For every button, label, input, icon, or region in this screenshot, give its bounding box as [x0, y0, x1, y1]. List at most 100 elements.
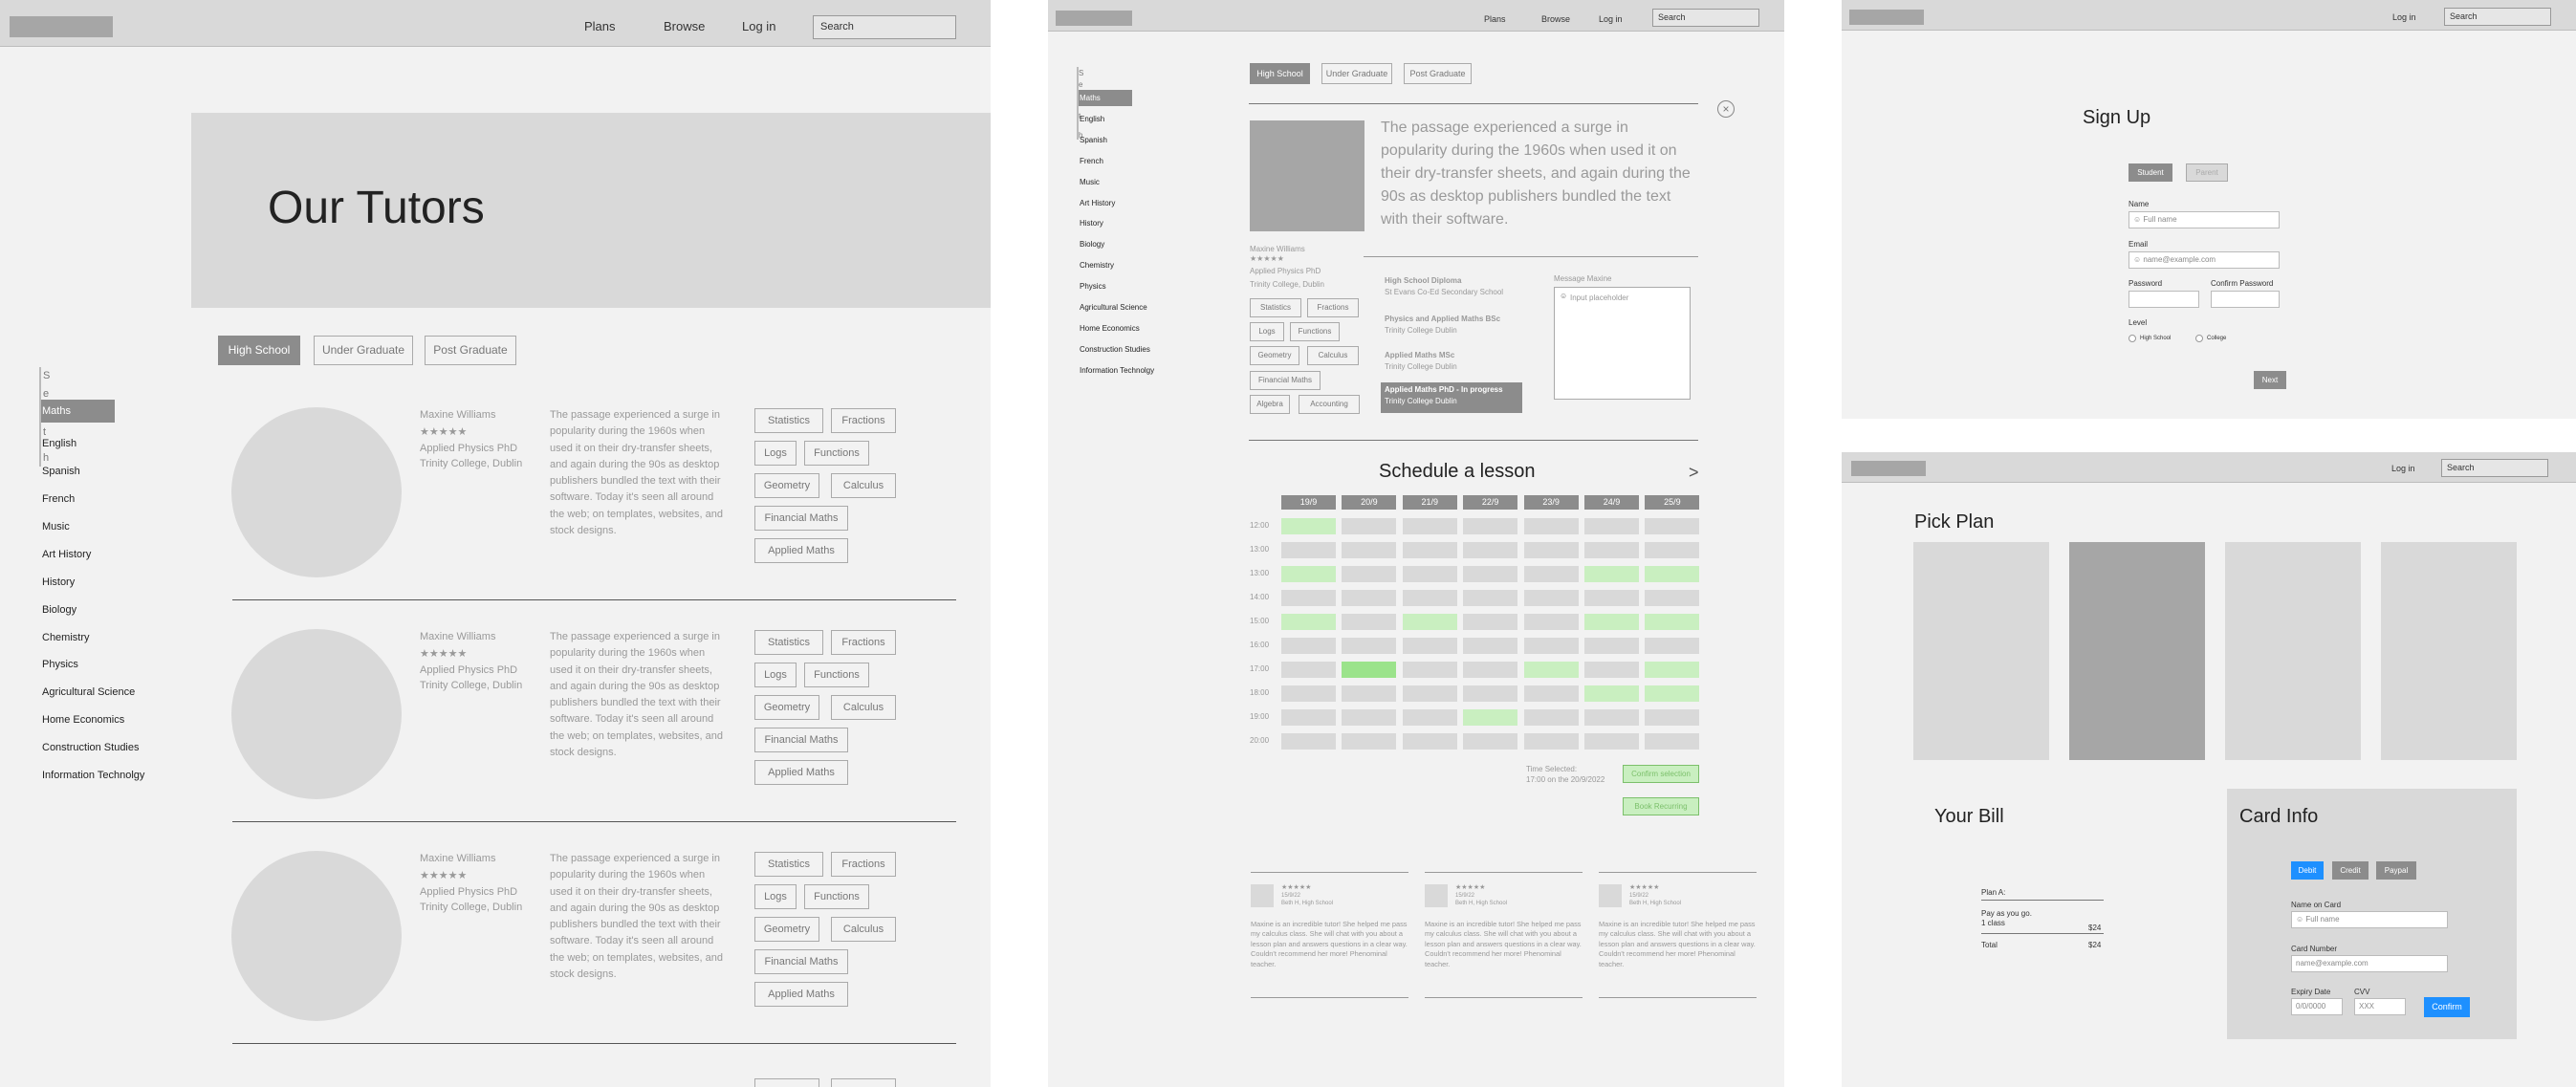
schedule-slot[interactable]	[1281, 518, 1336, 534]
schedule-slot[interactable]	[1584, 542, 1639, 558]
topic-tag[interactable]: Applied Maths	[754, 982, 848, 1007]
topic-tag[interactable]: Logs	[754, 441, 797, 466]
parent-toggle[interactable]: Parent	[2186, 163, 2228, 182]
topic-tag[interactable]: Financial Maths	[754, 728, 848, 752]
topic-tag[interactable]: Financial Maths	[754, 949, 848, 974]
topic-tag[interactable]: Calculus	[831, 917, 896, 942]
credit-button[interactable]: Credit	[2332, 861, 2369, 880]
tab-under-graduate[interactable]: Under Graduate	[1321, 63, 1392, 84]
nav-plans-link[interactable]: Plans	[584, 19, 616, 33]
plan-card-selected[interactable]	[2069, 542, 2205, 760]
tab-high-school[interactable]: High School	[218, 336, 300, 365]
topic-tag[interactable]: Logs	[754, 884, 797, 909]
plan-card[interactable]	[2225, 542, 2361, 760]
schedule-slot[interactable]	[1584, 566, 1639, 582]
schedule-slot[interactable]	[1342, 518, 1397, 534]
sidebar-item-construction-studies[interactable]: Construction Studies	[41, 736, 141, 759]
schedule-slot[interactable]	[1645, 733, 1700, 750]
topic-tag[interactable]: Calculus	[1307, 346, 1359, 365]
topic-tag[interactable]: Accounting	[1299, 395, 1360, 414]
schedule-slot[interactable]	[1402, 709, 1457, 726]
search-input[interactable]: Search	[2444, 8, 2551, 26]
schedule-slot[interactable]	[1463, 566, 1518, 582]
schedule-slot[interactable]	[1584, 614, 1639, 630]
sidebar-item-history[interactable]: History	[1079, 215, 1104, 231]
sidebar-item-maths[interactable]: Maths	[41, 400, 115, 423]
search-input[interactable]: Search	[1652, 9, 1759, 27]
schedule-slot[interactable]	[1463, 590, 1518, 606]
topic-tag[interactable]: Functions	[804, 884, 869, 909]
sidebar-item-home-economics[interactable]: Home Economics	[1079, 320, 1141, 337]
nav-login-link[interactable]: Log in	[2392, 12, 2416, 22]
sidebar-item-maths[interactable]: Maths	[1079, 90, 1132, 106]
topic-tag[interactable]: Logs	[1250, 322, 1284, 341]
schedule-slot[interactable]	[1281, 685, 1336, 702]
schedule-slot[interactable]	[1463, 542, 1518, 558]
topic-tag[interactable]: Financial Maths	[1250, 371, 1321, 390]
sidebar-item-information-technolgy[interactable]: Information Technolgy	[41, 764, 145, 787]
high-school-radio[interactable]	[2128, 335, 2136, 342]
sidebar-item-chemistry[interactable]: Chemistry	[41, 626, 91, 649]
topic-tag[interactable]: Statistics	[754, 852, 823, 877]
topic-tag[interactable]	[831, 1078, 896, 1087]
schedule-slot[interactable]	[1463, 614, 1518, 630]
tutor-name[interactable]: Maxine Williams	[420, 409, 495, 421]
nav-plans-link[interactable]: Plans	[1484, 14, 1506, 24]
schedule-slot[interactable]	[1584, 638, 1639, 654]
confirm-selection-button[interactable]: Confirm selection	[1623, 765, 1699, 783]
schedule-slot[interactable]	[1402, 518, 1457, 534]
topic-tag[interactable]: Financial Maths	[754, 506, 848, 531]
schedule-slot[interactable]	[1584, 709, 1639, 726]
topic-tag[interactable]: Fractions	[831, 852, 896, 877]
topic-tag[interactable]: Applied Maths	[754, 538, 848, 563]
schedule-slot[interactable]	[1281, 733, 1336, 750]
search-input[interactable]: Search	[813, 15, 956, 39]
schedule-slot[interactable]	[1281, 614, 1336, 630]
next-button[interactable]: Next	[2254, 371, 2286, 389]
tutor-name[interactable]: Maxine Williams	[420, 631, 495, 642]
sidebar-item-spanish[interactable]: Spanish	[41, 460, 81, 483]
nav-login-link[interactable]: Log in	[1599, 14, 1623, 24]
site-logo[interactable]	[1056, 11, 1132, 26]
topic-tag[interactable]: Geometry	[1250, 346, 1299, 365]
schedule-slot[interactable]	[1402, 638, 1457, 654]
topic-tag[interactable]: Statistics	[754, 630, 823, 655]
topic-tag[interactable]: Geometry	[754, 695, 819, 720]
tab-post-graduate[interactable]: Post Graduate	[1404, 63, 1472, 84]
topic-tag[interactable]: Functions	[1290, 322, 1340, 341]
sidebar-item-agricultural-science[interactable]: Agricultural Science	[41, 681, 136, 704]
debit-button[interactable]: Debit	[2291, 861, 2324, 880]
student-toggle[interactable]: Student	[2128, 163, 2172, 182]
schedule-slot[interactable]	[1342, 614, 1397, 630]
schedule-slot[interactable]	[1342, 566, 1397, 582]
schedule-slot[interactable]	[1342, 542, 1397, 558]
schedule-slot[interactable]	[1342, 638, 1397, 654]
confirm-button[interactable]: Confirm	[2424, 997, 2470, 1017]
expiry-field[interactable]: 0/0/0000	[2291, 998, 2343, 1015]
topic-tag[interactable]: Statistics	[754, 408, 823, 433]
cvv-field[interactable]: XXX	[2354, 998, 2406, 1015]
sidebar-item-french[interactable]: French	[41, 488, 76, 511]
schedule-slot[interactable]	[1523, 709, 1579, 726]
schedule-slot[interactable]	[1584, 685, 1639, 702]
schedule-slot[interactable]	[1645, 685, 1700, 702]
name-on-card-field[interactable]: ☺ Full name	[2291, 911, 2448, 928]
schedule-slot[interactable]	[1523, 685, 1579, 702]
topic-tag[interactable]: Functions	[804, 663, 869, 687]
topic-tag[interactable]: Fractions	[1307, 298, 1359, 317]
schedule-slot[interactable]	[1584, 733, 1639, 750]
schedule-slot[interactable]	[1402, 566, 1457, 582]
topic-tag[interactable]: Calculus	[831, 695, 896, 720]
sidebar-item-art-history[interactable]: Art History	[41, 543, 92, 566]
tab-under-graduate[interactable]: Under Graduate	[314, 336, 413, 365]
topic-tag[interactable]: Logs	[754, 663, 797, 687]
schedule-slot[interactable]	[1342, 709, 1397, 726]
name-field[interactable]: ☺ Full name	[2128, 211, 2280, 228]
schedule-slot[interactable]	[1281, 590, 1336, 606]
nav-browse-link[interactable]: Browse	[664, 19, 705, 33]
schedule-slot[interactable]	[1281, 638, 1336, 654]
schedule-slot[interactable]	[1645, 518, 1700, 534]
schedule-slot[interactable]	[1645, 638, 1700, 654]
topic-tag[interactable]	[754, 1078, 819, 1087]
schedule-slot[interactable]	[1645, 590, 1700, 606]
